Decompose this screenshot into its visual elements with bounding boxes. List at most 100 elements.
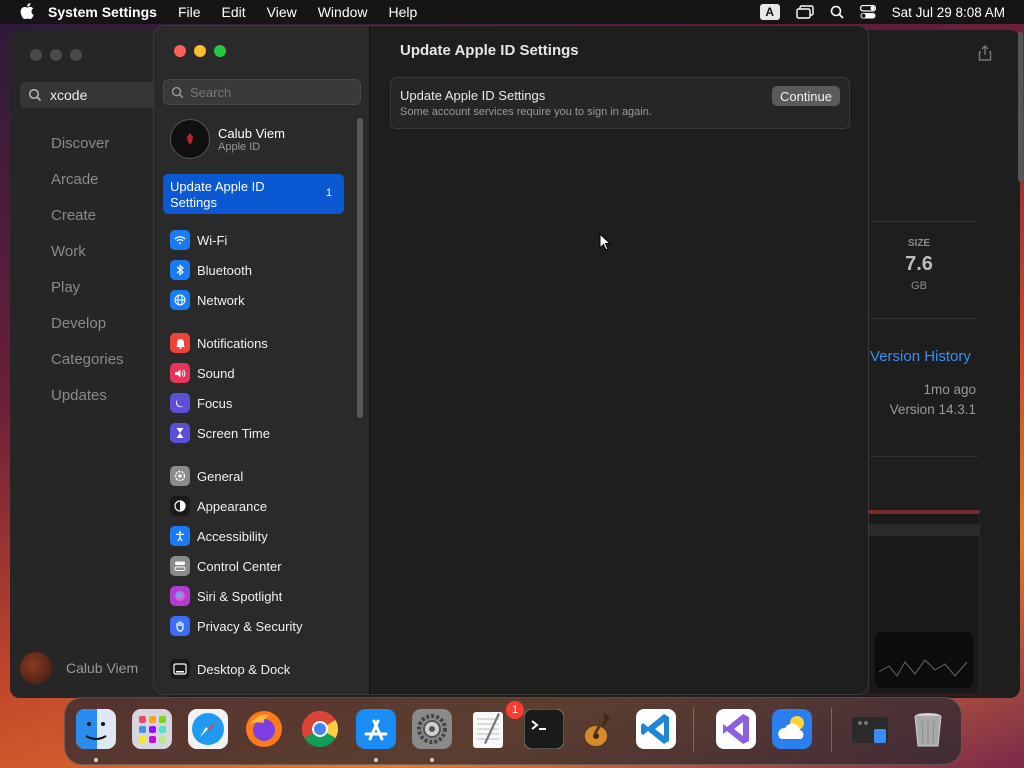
divider [870,456,978,457]
menu-app-name[interactable]: System Settings [48,4,157,20]
launchpad-icon[interactable] [129,706,175,752]
screenshot-preview[interactable] [868,510,980,695]
firefox-icon[interactable] [241,706,287,752]
updated-ago: 1mo ago [923,382,976,397]
sidebar-item-screen-time[interactable]: Screen Time [170,422,270,444]
dock: 1 [64,697,962,765]
sidebar-item-label: General [197,468,244,484]
zoom-button[interactable] [214,45,226,57]
nav-create[interactable]: Create [51,207,124,243]
avatar [20,652,52,684]
control-center-icon[interactable] [859,5,876,19]
nav-work[interactable]: Work [51,243,124,279]
system-settings-icon[interactable] [409,706,455,752]
app-store-account[interactable]: Calub Viem [20,652,138,684]
settings-search-field[interactable]: Search [163,79,361,105]
bell-icon [170,333,190,353]
garageband-icon[interactable] [577,706,623,752]
share-icon[interactable] [978,45,992,66]
menu-help[interactable]: Help [389,4,418,20]
menu-view[interactable]: View [267,4,297,20]
screen-mirroring-icon[interactable] [795,5,814,19]
appearance-icon [170,496,190,516]
menu-edit[interactable]: Edit [222,4,246,20]
vscode-icon[interactable] [633,706,679,752]
settings-sidebar: Search Calub Viem Apple ID Update Apple … [154,26,370,694]
avatar [170,119,210,159]
apple-menu-icon[interactable] [18,2,36,22]
sidebar-item-notifications[interactable]: Notifications [170,332,268,354]
app-store-icon[interactable] [353,706,399,752]
nav-arcade[interactable]: Arcade [51,171,124,207]
trash-icon[interactable] [905,706,951,752]
chrome-icon[interactable] [297,706,343,752]
sidebar-item-general[interactable]: General [170,465,243,487]
minimize-button[interactable] [194,45,206,57]
sidebar-item-privacy-security[interactable]: Privacy & Security [170,615,302,637]
divider [870,221,978,222]
finder-icon[interactable] [73,706,119,752]
mouse-cursor-icon [599,232,612,256]
nav-develop[interactable]: Develop [51,315,124,351]
terminal-icon[interactable] [521,706,567,752]
sidebar-item-focus[interactable]: Focus [170,392,232,414]
app-store-search-field[interactable]: xcode [20,82,170,108]
update-apple-id-card: Update Apple ID Settings Some account se… [390,77,850,129]
control-center-icon [170,556,190,576]
menu-clock[interactable]: Sat Jul 29 8:08 AM [892,5,1005,20]
sidebar-item-desktop-dock[interactable]: Desktop & Dock [170,658,290,680]
sidebar-item-bluetooth[interactable]: Bluetooth [170,259,252,281]
sidebar-item-wi-fi[interactable]: Wi-Fi [170,229,227,251]
minimize-button-inactive[interactable] [50,49,62,61]
nav-play[interactable]: Play [51,279,124,315]
sidebar-item-label: Update Apple ID Settings [170,179,265,210]
version-number: Version 14.3.1 [889,402,976,417]
nav-categories[interactable]: Categories [51,351,124,387]
close-button-inactive[interactable] [30,49,42,61]
sidebar-item-label: Bluetooth [197,262,252,278]
continue-button[interactable]: Continue [771,86,840,106]
input-source-icon[interactable]: A [759,4,780,20]
sidebar-item-update-apple-id[interactable]: Update Apple ID Settings 1 [163,174,344,214]
version-history-link[interactable]: Version History [870,348,971,365]
sidebar-item-siri-spotlight[interactable]: Siri & Spotlight [170,585,282,607]
sidebar-item-appearance[interactable]: Appearance [170,495,267,517]
accessibility-icon [170,526,190,546]
gear-icon [170,466,190,486]
sidebar-item-sound[interactable]: Sound [170,362,235,384]
textedit-icon[interactable] [465,706,511,752]
sidebar-item-network[interactable]: Network [170,289,245,311]
apple-id-account[interactable]: Calub Viem Apple ID [170,119,285,159]
app-store-scrollbar[interactable] [1018,32,1023,182]
zoom-button-inactive[interactable] [70,49,82,61]
weather-icon[interactable] [769,706,815,752]
safari-icon[interactable] [185,706,231,752]
sidebar-item-control-center[interactable]: Control Center [170,555,282,577]
notification-count-badge: 1 [325,187,332,199]
downloads-stack-icon[interactable] [847,706,893,752]
size-value: 7.6 [905,253,933,275]
search-icon [171,86,184,98]
sidebar-item-label: Screen Time [197,425,270,441]
moon-icon [170,393,190,413]
sidebar-item-accessibility[interactable]: Accessibility [170,525,268,547]
sidebar-item-label: Network [197,292,245,308]
running-indicator [94,758,98,762]
card-title: Update Apple ID Settings [400,88,546,103]
visual-studio-icon[interactable] [713,706,759,752]
dock-icon [170,659,190,679]
menu-window[interactable]: Window [318,4,368,20]
nav-updates[interactable]: Updates [51,387,124,423]
nav-discover[interactable]: Discover [51,135,124,171]
spotlight-search-icon[interactable] [830,5,844,19]
dock-separator [693,708,694,752]
close-button[interactable] [174,45,186,57]
sidebar-item-label: Desktop & Dock [197,661,291,677]
app-store-user-name: Calub Viem [66,660,139,676]
sidebar-item-label: Accessibility [197,528,268,544]
siri-icon [170,586,190,606]
account-name: Calub Viem [218,125,285,141]
settings-notification-badge: 1 [506,701,524,719]
menu-file[interactable]: File [178,4,201,20]
sidebar-scrollbar[interactable] [357,118,363,418]
